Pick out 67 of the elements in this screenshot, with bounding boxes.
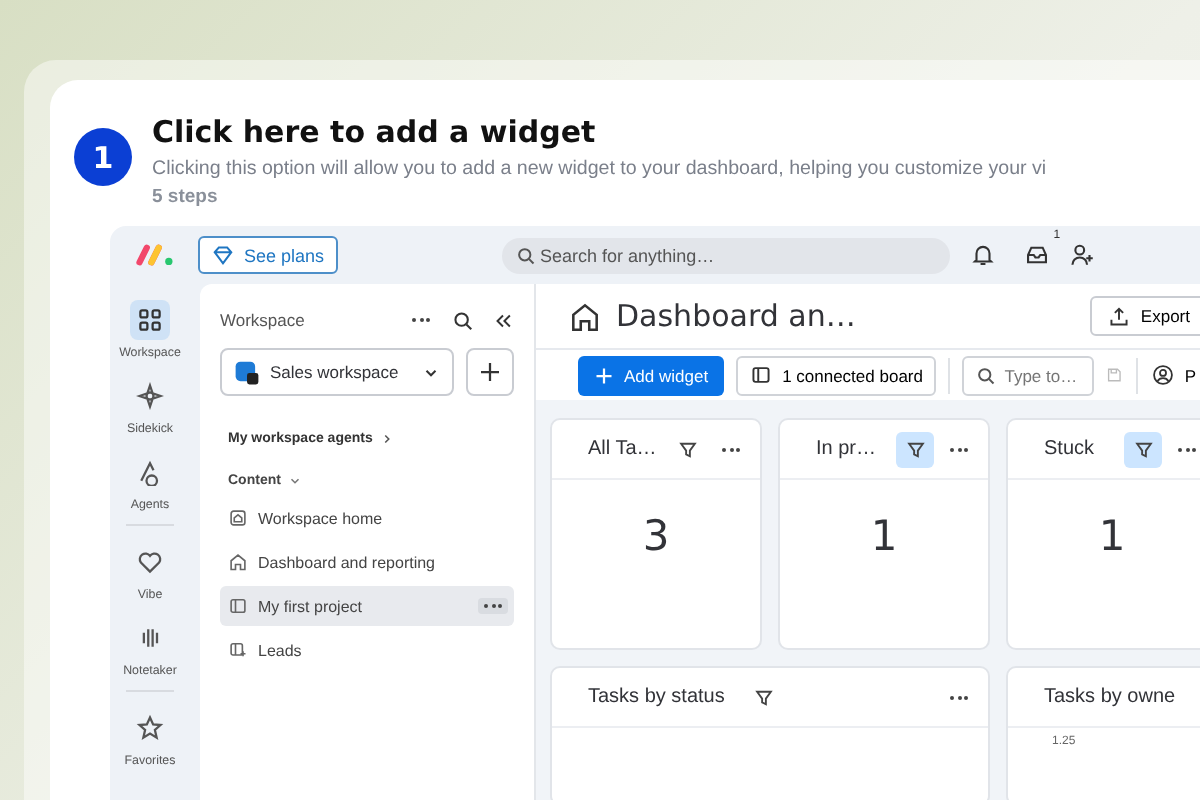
agents-icon (136, 458, 164, 486)
chevron-down-icon (288, 474, 303, 488)
more-icon[interactable] (946, 443, 972, 455)
chevron-right-icon (380, 432, 395, 446)
upload-icon (1108, 305, 1131, 328)
step-number: 1 (74, 128, 132, 186)
search-icon[interactable] (452, 309, 474, 331)
sidebar-item[interactable]: Workspace home (220, 498, 514, 538)
filter-button[interactable] (1124, 431, 1162, 467)
widget-title: Tasks by status (588, 686, 725, 708)
connected-boards-button[interactable]: 1 connected board (736, 355, 937, 396)
sidebar-item[interactable]: My first project (220, 586, 514, 626)
star-icon (135, 714, 164, 742)
filter-icon (677, 439, 698, 459)
plus-icon (594, 365, 614, 386)
person-filter-button[interactable]: P (1148, 364, 1200, 387)
heart-icon (136, 548, 164, 576)
more-icon[interactable] (408, 314, 434, 326)
home-icon (228, 508, 248, 528)
more-icon[interactable] (478, 598, 508, 614)
filter-icon (905, 439, 925, 459)
filter-button[interactable] (896, 431, 934, 467)
sidebar-item[interactable]: Leads (220, 630, 514, 670)
invite-person-icon[interactable] (1070, 242, 1097, 268)
tour-description: Clicking this option will allow you to add a new widget to your dashboard, helping you customize your vi (152, 158, 1047, 180)
filter-search-field[interactable]: Type to… (962, 355, 1095, 396)
widget-title: In pr… (816, 438, 879, 460)
export-button[interactable]: Export (1090, 296, 1200, 337)
board-icon (228, 596, 248, 616)
collapse-icon[interactable] (492, 309, 514, 331)
plus-icon (478, 360, 502, 384)
person-icon (1152, 364, 1175, 387)
workspace-avatar-icon (234, 359, 260, 385)
widget-value: 1 (1096, 512, 1128, 560)
add-widget-button[interactable]: Add widget (578, 355, 725, 396)
tour-title: Click here to add a widget (152, 114, 598, 150)
search-field[interactable]: Search for anything… (502, 237, 951, 273)
dashboard-title: Dashboard an… (616, 298, 858, 335)
more-icon[interactable] (946, 691, 972, 703)
board-icon (750, 364, 773, 387)
widget-value: 3 (640, 512, 672, 560)
home-icon (228, 552, 248, 572)
widget-value: 1 (868, 512, 900, 560)
home-icon (568, 299, 602, 334)
widget-title: Stuck (1044, 438, 1097, 460)
sidebar-title: Workspace (220, 310, 307, 330)
widget-title: Tasks by owne (1044, 686, 1176, 708)
widget-title: All Ta… (588, 438, 657, 460)
more-icon[interactable] (1174, 443, 1200, 455)
workspace-dropdown[interactable]: Sales workspace (220, 348, 454, 396)
filter-icon (1133, 439, 1153, 459)
more-icon[interactable] (718, 443, 744, 455)
grid-icon (136, 306, 164, 334)
inbox-icon[interactable] (1024, 242, 1051, 268)
add-button[interactable] (466, 348, 514, 396)
sidebar-item[interactable]: Dashboard and reporting (220, 542, 514, 582)
diamond-icon (212, 244, 234, 266)
notifications-icon[interactable] (970, 242, 997, 268)
sparkle-icon (135, 382, 164, 410)
search-icon (516, 245, 537, 265)
see-plans-button[interactable]: See plans (198, 236, 339, 274)
logo-icon (134, 242, 178, 268)
filter-icon (753, 687, 774, 707)
rail-button[interactable] (130, 300, 170, 340)
board-icon (228, 640, 248, 660)
step-count: 5 steps (152, 186, 220, 208)
search-icon (976, 365, 997, 386)
